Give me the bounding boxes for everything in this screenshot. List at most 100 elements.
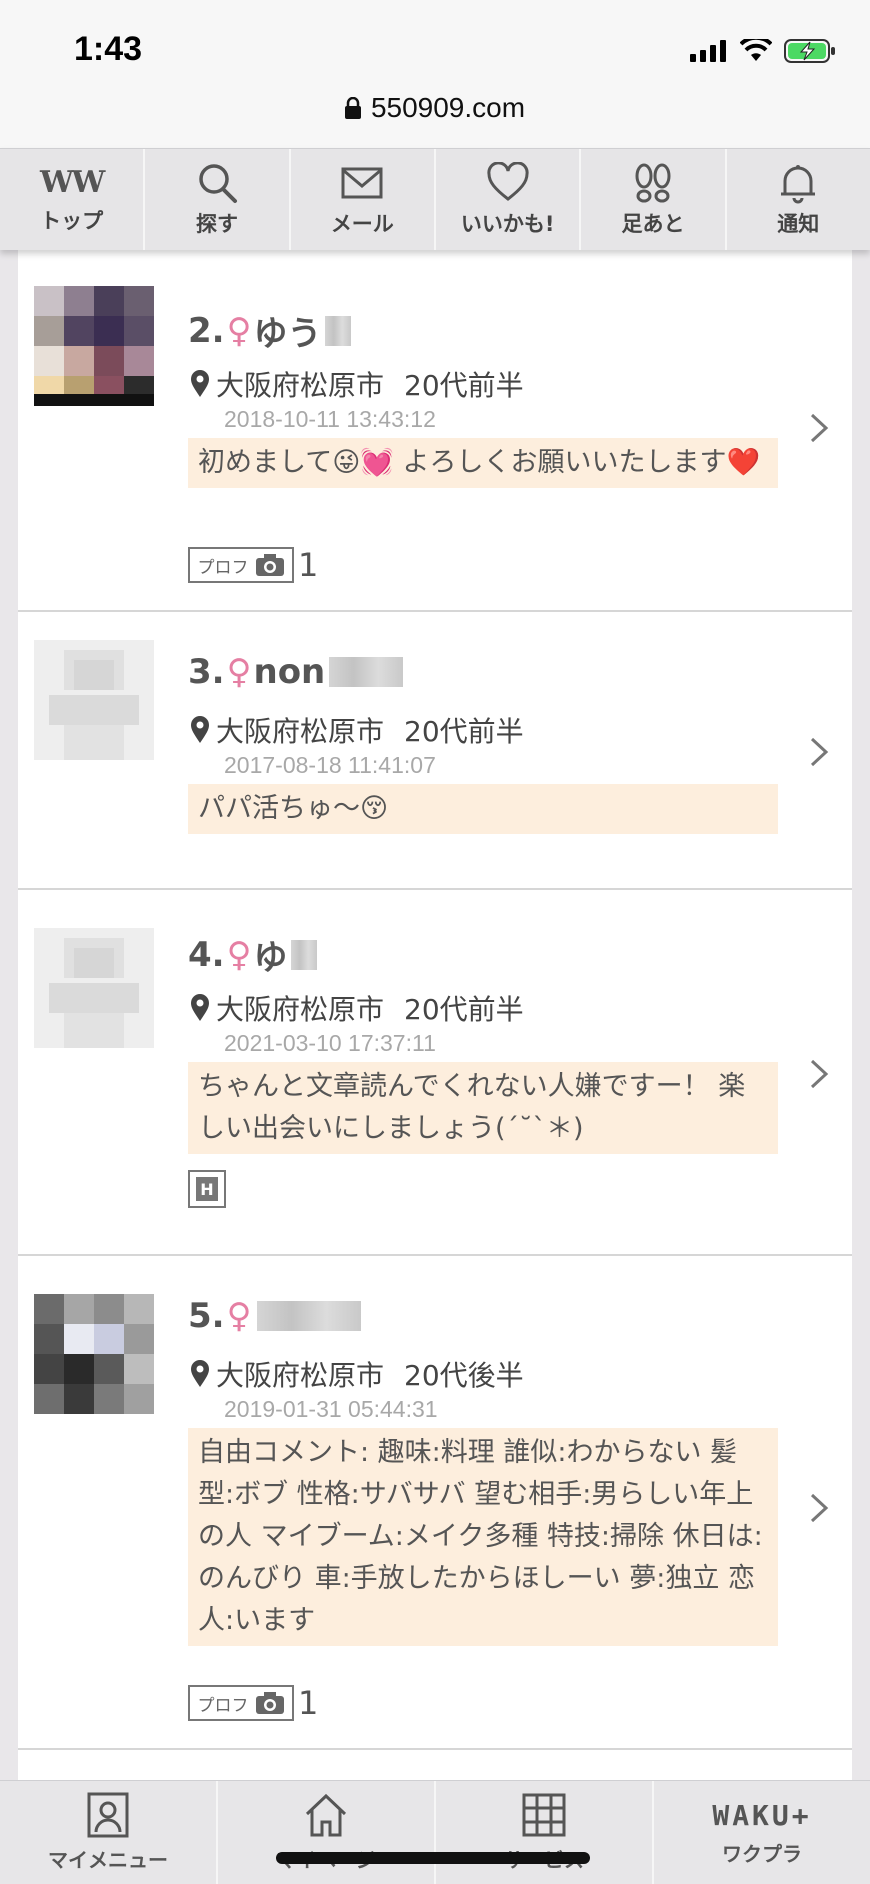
female-symbol: ♀	[226, 652, 252, 692]
rank-number: 2.	[188, 310, 225, 351]
footprint-icon	[635, 163, 671, 202]
tab-label: いいかも!	[460, 211, 555, 236]
tab-label: メール	[330, 211, 394, 236]
prof-label: プロフ	[197, 557, 249, 578]
logo-ww-icon: WW	[39, 164, 105, 200]
tab-wakupura[interactable]: WAKU+ ワクプラ	[654, 1781, 870, 1884]
bell-icon	[781, 164, 816, 203]
chevron-right-icon	[810, 1493, 829, 1523]
heart-icon	[487, 161, 529, 201]
name-mask	[325, 315, 352, 346]
tab-label: マイメニュー	[48, 1848, 168, 1872]
tab-footprints[interactable]: 足あと	[581, 149, 727, 250]
profile-name: ゆ	[253, 938, 288, 978]
name-mask	[257, 1301, 362, 1331]
message-preview: ちゃんと文章読んでくれない人嫌ですー！ 楽しい出会いにしましょう(´˘`＊)	[188, 1062, 778, 1154]
tab-like[interactable]: いいかも!	[436, 149, 582, 250]
avatar	[34, 286, 154, 406]
app-screen: 1:43 550909.com WW トップ 探す メール いいかも! 足あと …	[0, 0, 870, 1884]
profile-name: non	[253, 652, 326, 692]
tab-mail[interactable]: メール	[291, 149, 436, 250]
user-card-icon	[87, 1792, 129, 1838]
name-mask	[329, 657, 404, 687]
mail-icon	[341, 167, 383, 198]
profile-photo-badge: プロフ 1	[188, 1684, 318, 1722]
rank-number: 3.	[188, 652, 225, 692]
location-line: 大阪府松原市 20代前半	[190, 710, 524, 750]
location-line: 大阪府松原市 20代後半	[190, 1354, 524, 1394]
tab-notifications[interactable]: 通知	[727, 149, 870, 250]
list-item[interactable]: 4. ♀ ゆ 大阪府松原市 20代前半 2021-03-10 17:37:11 …	[18, 890, 852, 1256]
age-range: 20代前半	[404, 369, 524, 402]
age-range: 20代前半	[404, 715, 524, 748]
female-symbol: ♀	[226, 934, 252, 975]
age-range: 20代前半	[404, 993, 524, 1026]
avatar	[34, 640, 154, 760]
prof-label: プロフ	[197, 1695, 249, 1716]
rank-number: 4.	[188, 934, 225, 975]
home-indicator[interactable]	[276, 1852, 590, 1864]
list-item[interactable]: 2. ♀ ゆう 大阪府松原市 20代前半 2018-10-11 13:43:12…	[18, 250, 852, 612]
location: 大阪府松原市	[216, 369, 385, 402]
chevron-right-icon	[810, 413, 829, 443]
chevron-right-icon	[810, 737, 829, 767]
name-mask	[291, 939, 318, 970]
tab-label: 探す	[195, 211, 238, 236]
profile-title: 4. ♀ ゆ	[188, 930, 318, 979]
photo-count: 1	[298, 1684, 319, 1722]
status-bar: 1:43	[0, 0, 870, 88]
h-badge-icon: H	[188, 1170, 226, 1208]
top-nav: WW トップ 探す メール いいかも! 足あと 通知	[0, 148, 870, 250]
message-preview: 自由コメント: 趣味:料理 誰似:わからない 髪型:ボブ 性格:サバサバ 望む相…	[188, 1428, 778, 1646]
tab-my-menu[interactable]: マイメニュー	[0, 1781, 218, 1884]
waku-plus-logo: WAKU+	[712, 1798, 812, 1832]
timestamp: 2021-03-10 17:37:11	[224, 1030, 436, 1056]
location: 大阪府松原市	[216, 1359, 385, 1392]
photo-count: 1	[298, 546, 319, 584]
list-item[interactable]: 5. ♀ 大阪府松原市 20代後半 2019-01-31 05:44:31 自由…	[18, 1256, 852, 1750]
tab-search[interactable]: 探す	[145, 149, 291, 250]
location: 大阪府松原市	[216, 993, 385, 1026]
tab-top[interactable]: WW トップ	[0, 149, 146, 250]
map-pin-icon	[191, 994, 209, 1021]
timestamp: 2018-10-11 13:43:12	[224, 406, 436, 432]
tab-services[interactable]: サービス	[436, 1781, 654, 1884]
timestamp: 2019-01-31 05:44:31	[224, 1396, 438, 1422]
battery-charging-icon	[784, 39, 835, 63]
signal-icon	[690, 40, 726, 62]
tab-label: トップ	[40, 208, 104, 233]
wifi-icon	[740, 39, 772, 61]
map-pin-icon	[191, 716, 209, 743]
location-line: 大阪府松原市 20代前半	[190, 988, 524, 1028]
avatar	[34, 1294, 154, 1414]
tab-my-page[interactable]: マイページ	[218, 1781, 436, 1884]
bottom-nav: マイメニュー マイページ サービス WAKU+ ワクプラ	[0, 1780, 870, 1884]
female-symbol: ♀	[226, 1296, 252, 1336]
status-icons	[690, 38, 836, 64]
chevron-right-icon	[810, 1059, 829, 1089]
profile-list: 2. ♀ ゆう 大阪府松原市 20代前半 2018-10-11 13:43:12…	[18, 250, 852, 1780]
camera-icon	[255, 554, 284, 576]
profile-name: ゆう	[253, 314, 322, 354]
clock: 1:43	[74, 30, 143, 68]
female-symbol: ♀	[226, 310, 252, 351]
map-pin-icon	[191, 370, 209, 397]
profile-title: 5. ♀	[188, 1296, 362, 1336]
location-line: 大阪府松原市 20代前半	[190, 364, 524, 404]
tab-label: ワクプラ	[722, 1841, 802, 1866]
profile-title: 3. ♀ non	[188, 652, 404, 692]
profile-photo-badge: プロフ 1	[188, 546, 318, 584]
profile-title: 2. ♀ ゆう	[188, 306, 352, 355]
rank-number: 5.	[188, 1296, 225, 1336]
list-item[interactable]: 3. ♀ non 大阪府松原市 20代前半 2017-08-18 11:41:0…	[18, 612, 852, 890]
tab-label: 通知	[777, 211, 820, 236]
tab-label: 足あと	[621, 211, 685, 236]
address-bar[interactable]: 550909.com	[0, 88, 870, 148]
message-preview: 初めまして😜💓 よろしくお願いいたします❤️	[188, 438, 778, 488]
message-preview: パパ活ちゅ〜😚	[188, 784, 778, 834]
location: 大阪府松原市	[216, 715, 385, 748]
grid-icon	[522, 1793, 566, 1837]
age-range: 20代後半	[404, 1359, 524, 1392]
home-icon	[305, 1793, 347, 1837]
lock-icon	[344, 97, 361, 119]
